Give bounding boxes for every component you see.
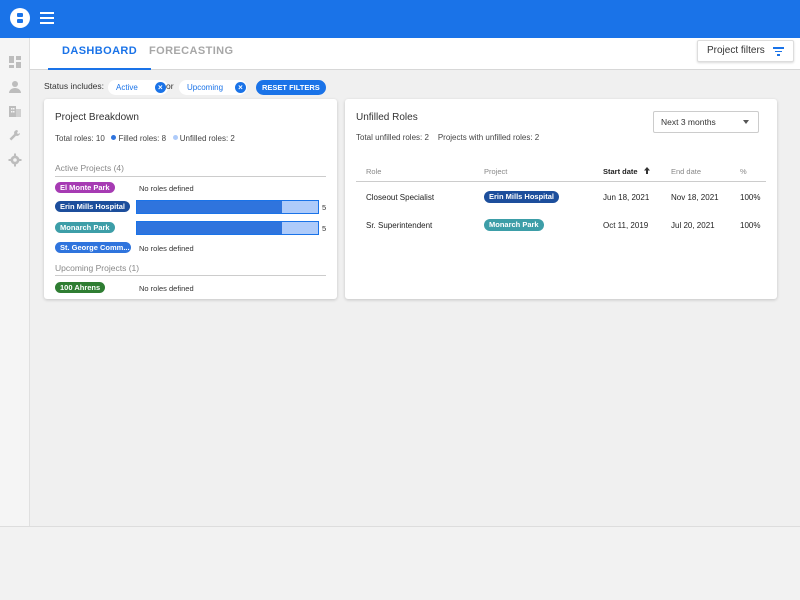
dashboard-content: Status includes: Active × or Upcoming × …	[30, 70, 800, 526]
no-roles-note: No roles defined	[139, 184, 194, 193]
column-header-project[interactable]: Project	[484, 167, 507, 176]
upcoming-projects-header: Upcoming Projects (1)	[55, 263, 140, 273]
roles-bar-monarch	[136, 221, 319, 235]
chip-upcoming-label: Upcoming	[187, 83, 224, 92]
wrench-icon[interactable]	[8, 129, 22, 143]
column-header-start-date[interactable]: Start date	[603, 167, 638, 176]
table-row-end: Jul 20, 2021	[671, 221, 715, 230]
time-range-value: Next 3 months	[661, 117, 716, 127]
table-header-divider	[356, 181, 766, 182]
filter-chip-active[interactable]: Active ×	[108, 80, 168, 95]
active-projects-header: Active Projects (4)	[55, 163, 124, 173]
remove-chip-icon[interactable]: ×	[235, 82, 247, 93]
project-tag-erin-mills-hospital[interactable]: Erin Mills Hospital	[55, 201, 131, 212]
sort-ascending-icon[interactable]	[643, 166, 651, 175]
divider	[55, 176, 326, 177]
dashboard-icon[interactable]	[8, 55, 22, 69]
projects-with-unfilled: Projects with unfilled roles: 2	[437, 133, 540, 142]
status-includes-label: Status includes:	[44, 81, 105, 91]
tab-forecasting[interactable]: FORECASTING	[149, 38, 233, 70]
or-label: or	[166, 81, 174, 91]
filter-chip-upcoming[interactable]: Upcoming ×	[179, 80, 248, 95]
project-tag-el-monte-park[interactable]: El Monte Park	[55, 182, 115, 193]
logo-icon[interactable]	[10, 8, 30, 28]
unfilled-roles-title: Unfilled Roles	[356, 112, 418, 123]
roles-summary: Total roles: 10 Filled roles: 8 Unfilled…	[55, 134, 235, 143]
table-row-role: Closeout Specialist	[366, 193, 435, 202]
chip-active-label: Active	[116, 83, 138, 92]
filled-roles: Filled roles: 8	[118, 134, 167, 143]
no-roles-note: No roles defined	[139, 284, 194, 293]
project-tag-erin-mills-hospital[interactable]: Erin Mills Hospital	[484, 191, 560, 203]
table-row-start: Oct 11, 2019	[603, 221, 649, 230]
total-roles: Total roles: 10	[55, 134, 105, 143]
filled-bar	[137, 201, 282, 213]
divider	[55, 275, 326, 276]
tab-bar: DASHBOARD FORECASTING Project filters	[30, 38, 800, 70]
column-header-role[interactable]: Role	[366, 167, 381, 176]
dropdown-caret-icon	[743, 120, 749, 124]
table-row-percent: 100%	[740, 193, 761, 202]
filled-bar	[137, 222, 282, 234]
gear-icon[interactable]	[8, 153, 22, 167]
no-roles-note: No roles defined	[139, 244, 194, 253]
project-tag-st-george[interactable]: St. George Comm...	[55, 242, 131, 253]
table-row-end: Nov 18, 2021	[671, 193, 719, 202]
unfilled-dot-icon	[172, 135, 178, 140]
person-icon[interactable]	[8, 80, 22, 94]
tab-dashboard[interactable]: DASHBOARD	[47, 38, 152, 70]
reset-filters-button[interactable]: RESET FILTERS	[256, 80, 326, 95]
building-icon[interactable]	[8, 104, 22, 118]
project-tag-monarch-park[interactable]: Monarch Park	[484, 219, 544, 231]
unfilled-roles-card: Unfilled Roles Total unfilled roles: 2 P…	[345, 99, 777, 299]
project-tag-100-ahrens[interactable]: 100 Ahrens	[55, 282, 106, 293]
project-breakdown-card: Project Breakdown Total roles: 10 Filled…	[44, 99, 337, 299]
roles-count: 5	[322, 224, 327, 233]
column-header-end-date[interactable]: End date	[671, 167, 701, 176]
project-filters-button[interactable]: Project filters	[697, 40, 794, 62]
filter-list-icon	[773, 47, 784, 56]
hamburger-icon[interactable]	[40, 12, 54, 24]
column-header-percent[interactable]: %	[740, 167, 747, 176]
table-row-start: Jun 18, 2021	[603, 193, 650, 202]
total-unfilled: Total unfilled roles: 2	[356, 133, 429, 142]
project-tag-monarch-park[interactable]: Monarch Park	[55, 222, 115, 233]
unfilled-roles: Unfilled roles: 2	[179, 134, 235, 143]
project-filters-label: Project filters	[707, 45, 765, 56]
unfilled-summary: Total unfilled roles: 2 Projects with un…	[356, 133, 539, 142]
page-footer-area	[0, 526, 800, 600]
table-row-percent: 100%	[740, 221, 761, 230]
sidebar	[0, 38, 30, 526]
time-range-select[interactable]: Next 3 months	[653, 111, 759, 133]
remove-chip-icon[interactable]: ×	[154, 82, 166, 93]
roles-count: 5	[322, 203, 327, 212]
filled-dot-icon	[111, 135, 117, 140]
roles-bar-erin-mills	[136, 200, 319, 214]
table-row-role: Sr. Superintendent	[366, 221, 433, 230]
top-app-bar	[0, 0, 800, 38]
project-breakdown-title: Project Breakdown	[55, 112, 139, 123]
